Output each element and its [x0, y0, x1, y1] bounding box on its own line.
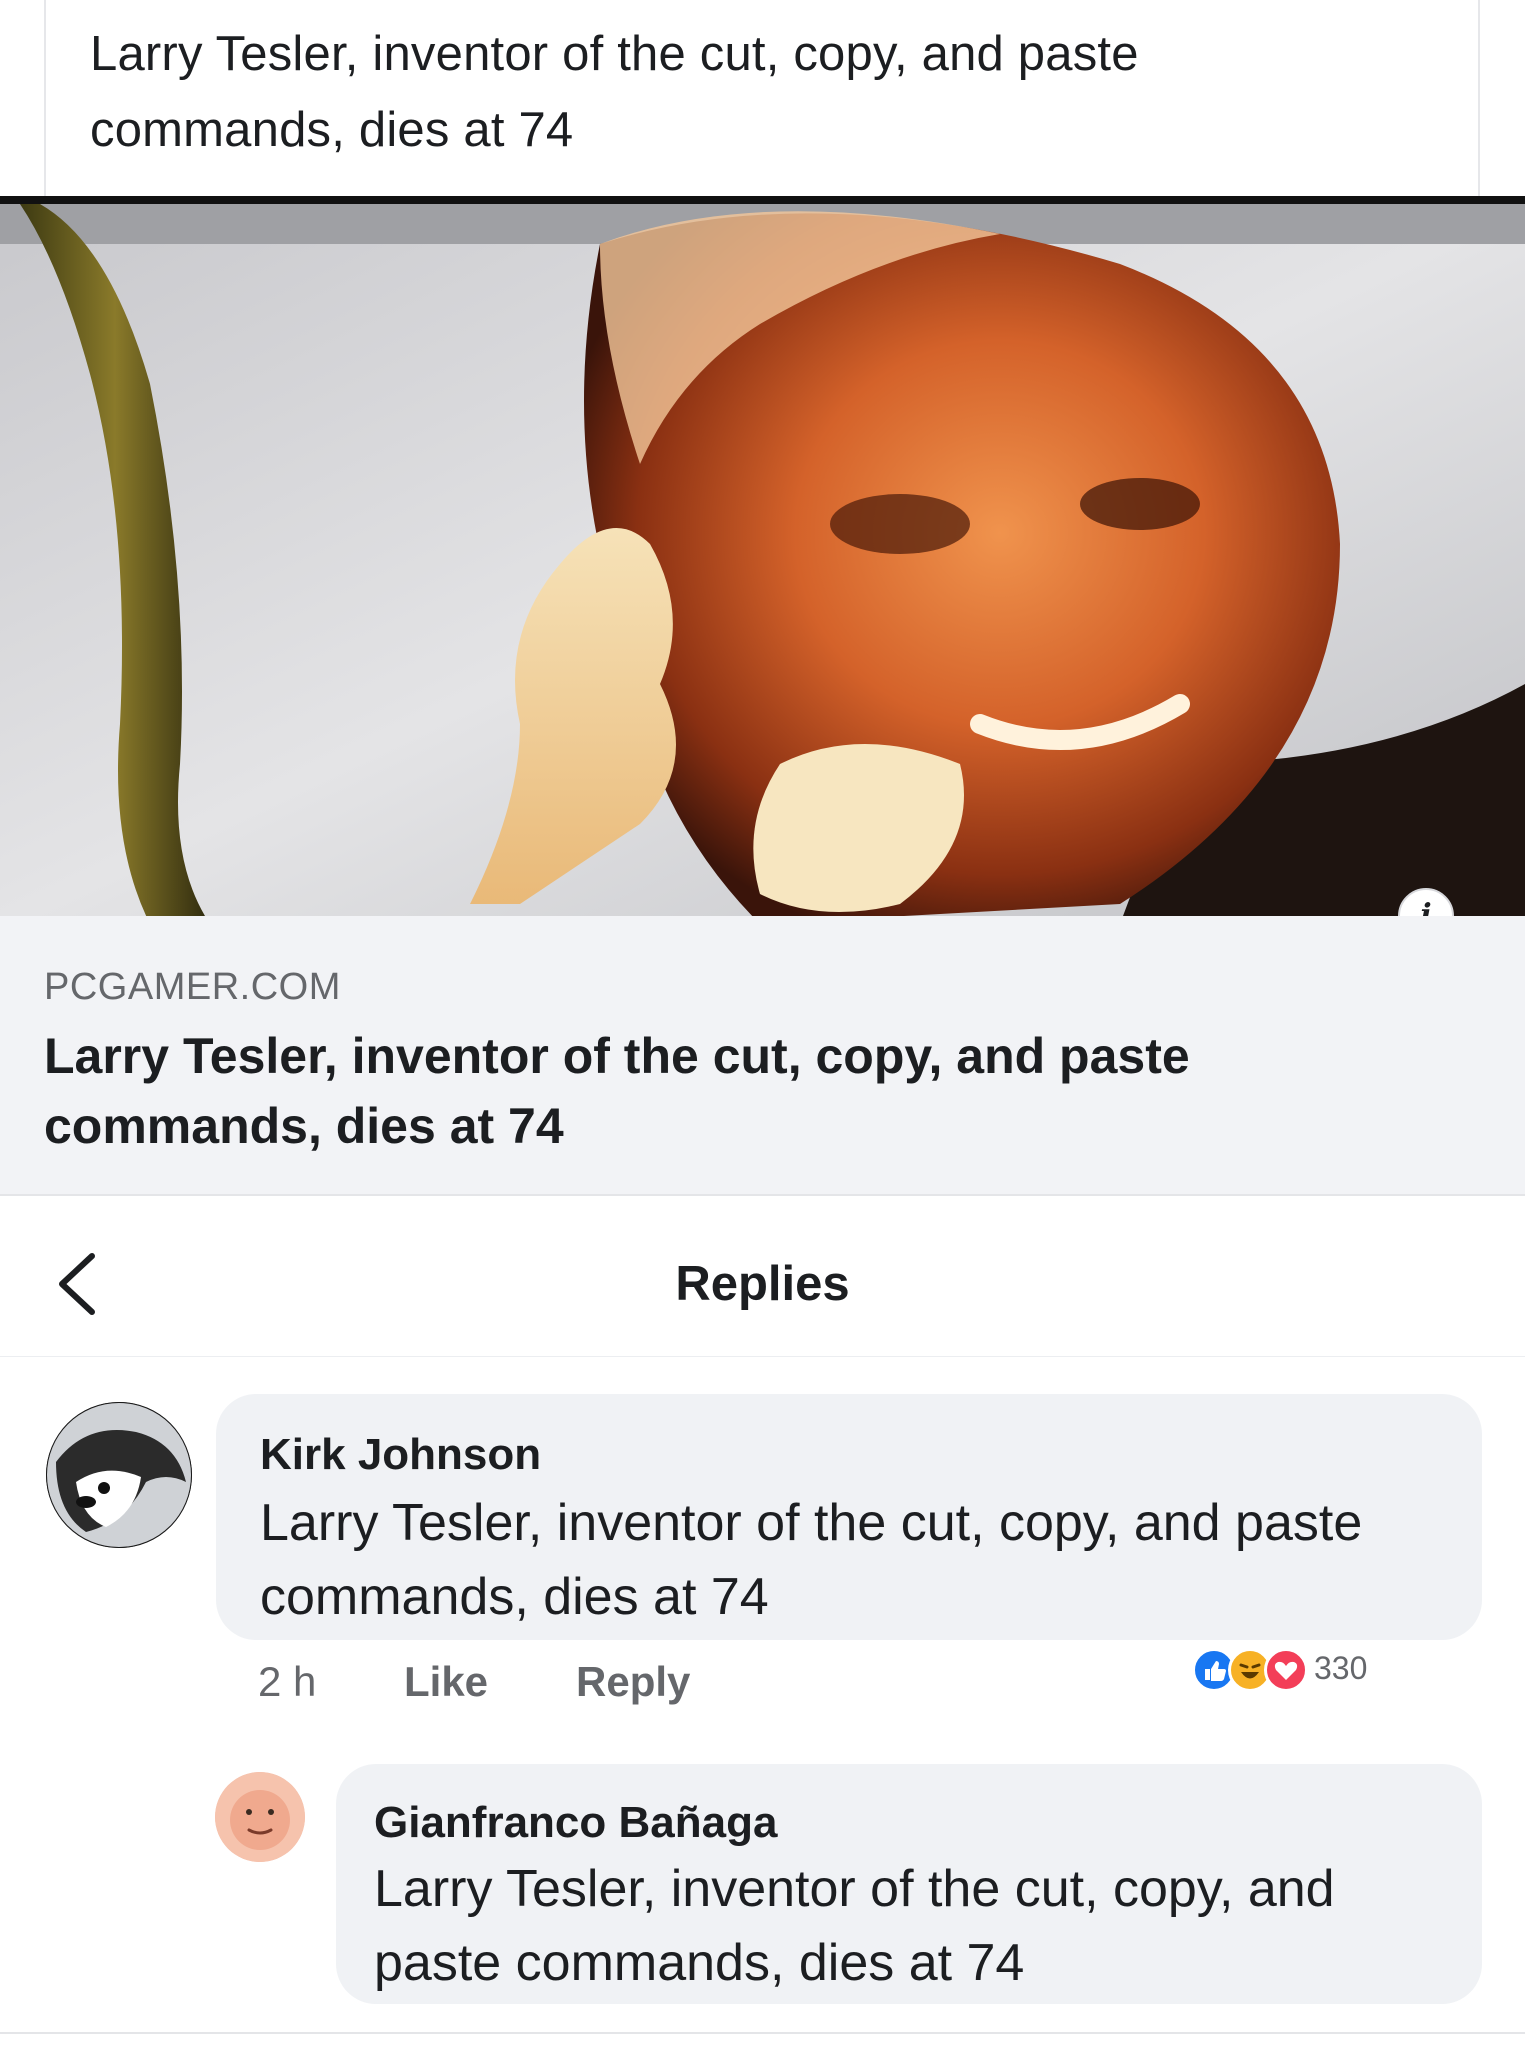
reply-button[interactable]: Reply: [576, 1658, 690, 1706]
header-divider: [0, 1356, 1525, 1357]
avatar[interactable]: [46, 1402, 192, 1548]
post-right-border: [1478, 0, 1480, 196]
post-header: Larry Tesler, inventor of the cut, copy,…: [0, 0, 1525, 196]
comment-author[interactable]: Kirk Johnson: [260, 1430, 541, 1480]
love-reaction-icon: [1264, 1648, 1308, 1692]
replies-sheet: Replies Kirk Johnson Larry Tesler, inven…: [0, 1194, 1525, 2048]
post-text: Larry Tesler, inventor of the cut, copy,…: [90, 27, 1139, 157]
divider: [0, 2032, 1525, 2034]
page-title: Replies: [675, 1257, 850, 1311]
comment-text: Larry Tesler, inventor of the cut, copy,…: [260, 1494, 1363, 1626]
link-domain: PCGAMER.COM: [44, 966, 341, 1008]
reaction-summary[interactable]: 330: [1192, 1642, 1482, 1698]
comment-timestamp[interactable]: 2 h: [258, 1658, 316, 1706]
link-preview-image[interactable]: [0, 196, 1525, 916]
comment-text: Larry Tesler, inventor of the cut, copy,…: [374, 1860, 1335, 1992]
link-preview-footer[interactable]: PCGAMER.COM Larry Tesler, inventor of th…: [0, 916, 1525, 1194]
portrait-photo: [0, 204, 1525, 916]
husky-avatar-icon: [46, 1402, 192, 1548]
comment-bubble[interactable]: Gianfranco Bañaga Larry Tesler, inventor…: [336, 1764, 1482, 2004]
cartoon-face-avatar-icon: [215, 1772, 305, 1862]
comment-author[interactable]: Gianfranco Bañaga: [374, 1798, 777, 1848]
avatar[interactable]: [215, 1772, 305, 1862]
like-button[interactable]: Like: [404, 1658, 488, 1706]
reaction-count: 330: [1314, 1650, 1368, 1686]
link-title[interactable]: Larry Tesler, inventor of the cut, copy,…: [44, 1021, 1464, 1161]
comment-bubble[interactable]: Kirk Johnson Larry Tesler, inventor of t…: [216, 1394, 1482, 1640]
post-left-border: [44, 0, 46, 196]
